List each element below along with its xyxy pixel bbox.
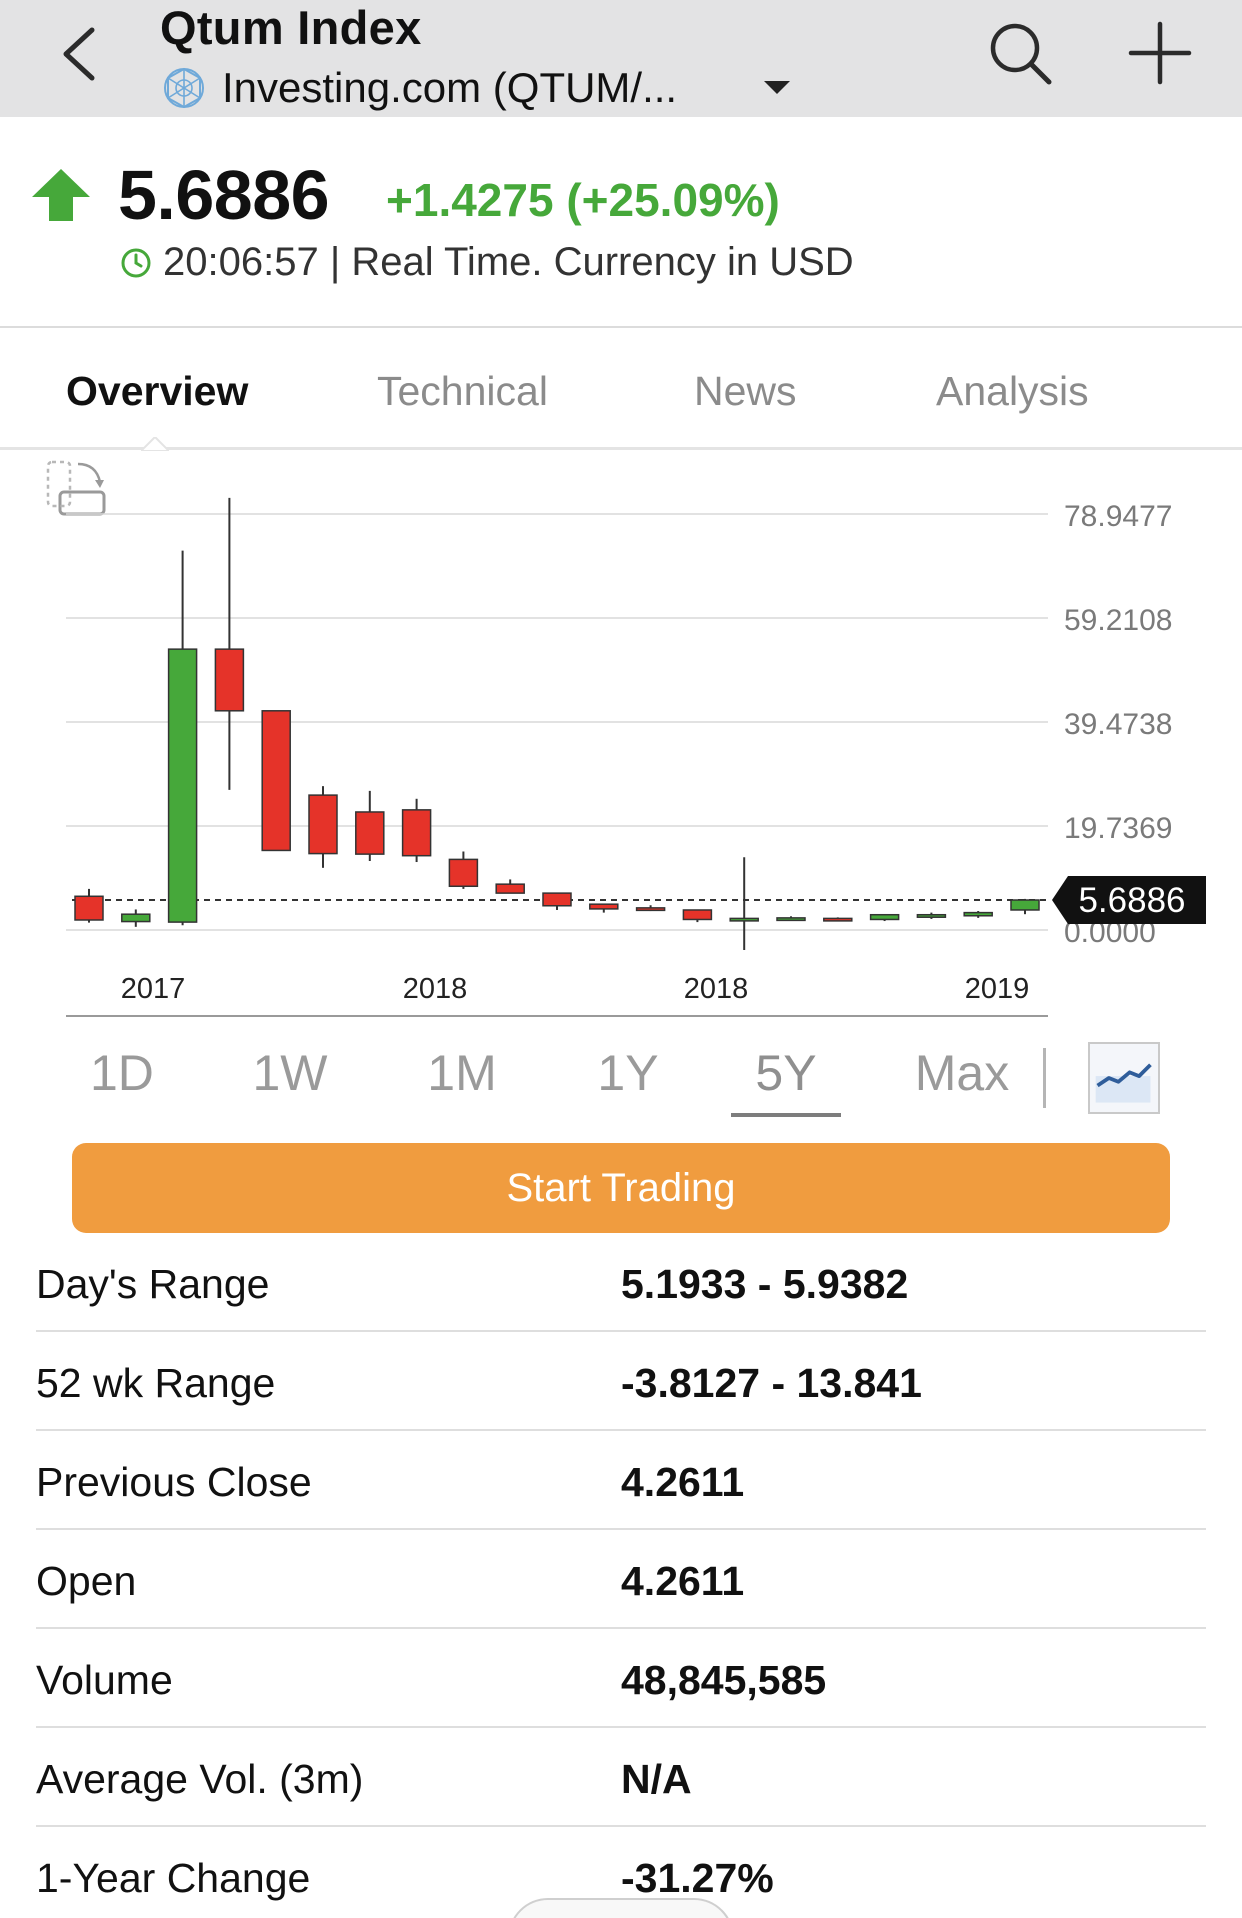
candle-body xyxy=(448,858,479,888)
stat-value: 5.1933 - 5.9382 xyxy=(621,1261,909,1307)
x-tick-label: 2018 xyxy=(403,973,468,1005)
line-chart-icon xyxy=(1095,1063,1152,1103)
source-name: Investing.com (QTUM/... xyxy=(222,64,678,111)
candle-body xyxy=(355,811,385,855)
candle-body xyxy=(261,710,291,852)
x-tick-label: 2017 xyxy=(121,973,186,1005)
stat-row: Day's Range 5.1933 - 5.9382 xyxy=(36,1233,1206,1332)
last-price-label: 5.6886 xyxy=(1078,881,1185,920)
candle-body xyxy=(729,917,759,922)
chart-type-button[interactable] xyxy=(1088,1042,1160,1114)
last-price: 5.6886 xyxy=(118,156,330,234)
stat-row: Previous Close 4.2611 xyxy=(36,1431,1206,1530)
candle-body xyxy=(869,913,900,921)
tab-bar: Overview Technical News Analysis xyxy=(0,328,1242,448)
candle-body xyxy=(121,913,151,923)
candle-body xyxy=(167,648,198,923)
price-chart[interactable]: 78.947759.210839.473819.73690.00002017 20… xyxy=(0,450,1242,1020)
tab-overview[interactable]: Overview xyxy=(66,368,248,415)
range-1y-button[interactable]: 1Y xyxy=(593,1044,663,1102)
stat-label: Day's Range xyxy=(36,1261,270,1307)
price-change: +1.4275 (+25.09%) xyxy=(386,174,780,226)
candle-body xyxy=(682,909,713,921)
x-tick-label: 2019 xyxy=(965,973,1030,1005)
candle-body xyxy=(308,794,338,855)
page-title: Qtum Index xyxy=(160,1,422,54)
candle-body xyxy=(963,911,993,917)
stat-row: Open 4.2611 xyxy=(36,1530,1206,1629)
y-tick-label: 39.4738 xyxy=(1064,708,1172,741)
clock-icon xyxy=(121,248,151,278)
y-tick-label: 78.9477 xyxy=(1064,500,1172,533)
stat-value: -31.27% xyxy=(621,1855,774,1901)
candle-body xyxy=(542,892,572,907)
range-separator xyxy=(1043,1048,1046,1108)
range-5y-button[interactable]: 5Y xyxy=(748,1044,824,1102)
active-range-underline xyxy=(731,1113,841,1117)
chevron-left-icon[interactable] xyxy=(50,18,120,88)
candle-body xyxy=(1010,899,1040,911)
candle-body xyxy=(776,917,806,922)
stat-value: 48,845,585 xyxy=(621,1657,827,1703)
time-range-selector: 1D 1W 1M 1Y 5Y Max xyxy=(0,1020,1242,1130)
stat-label: Previous Close xyxy=(36,1459,312,1505)
range-1m-button[interactable]: 1M xyxy=(422,1044,502,1102)
candle-body xyxy=(401,809,432,857)
stat-label: Open xyxy=(36,1558,137,1604)
globe-icon xyxy=(164,67,204,109)
top-navigation-bar: Qtum Index Investing.com (QTUM/... xyxy=(0,0,1242,117)
tab-analysis[interactable]: Analysis xyxy=(936,368,1089,415)
x-tick-label: 2018 xyxy=(684,973,749,1005)
tab-technical[interactable]: Technical xyxy=(377,368,548,415)
y-tick-label: 59.2108 xyxy=(1064,604,1172,637)
quote-time: 20:06:57 | Real Time. Currency in USD xyxy=(163,240,854,284)
bottom-sheet-handle[interactable] xyxy=(508,1898,734,1918)
plus-icon[interactable] xyxy=(1125,18,1195,88)
stat-value: -3.8127 - 13.841 xyxy=(621,1360,922,1406)
caret-down-icon[interactable] xyxy=(762,78,792,98)
range-max-button[interactable]: Max xyxy=(912,1044,1012,1102)
stat-row: 52 wk Range -3.8127 - 13.841 xyxy=(36,1332,1206,1431)
stat-row: Volume 48,845,585 xyxy=(36,1629,1206,1728)
arrow-up-icon xyxy=(32,169,90,221)
stat-label: Volume xyxy=(36,1657,173,1703)
candle-body xyxy=(589,903,619,910)
candle-body xyxy=(214,648,245,712)
range-1w-button[interactable]: 1W xyxy=(250,1044,330,1102)
search-icon[interactable] xyxy=(985,18,1055,88)
tab-news[interactable]: News xyxy=(694,368,797,415)
stat-value: N/A xyxy=(621,1756,692,1802)
candle-body xyxy=(74,895,104,921)
key-statistics-table: Day's Range 5.1933 - 5.9382 52 wk Range … xyxy=(36,1233,1206,1918)
quote-header: 5.6886 +1.4275 (+25.09%) 20:06:57 | Real… xyxy=(0,117,1242,327)
stat-label: 1-Year Change xyxy=(36,1855,311,1901)
start-trading-button[interactable]: Start Trading xyxy=(72,1143,1170,1233)
candle-body xyxy=(916,913,947,918)
candle-body xyxy=(635,907,666,912)
active-tab-pointer xyxy=(141,437,169,451)
stat-row: Average Vol. (3m) N/A xyxy=(36,1728,1206,1827)
stat-value: 4.2611 xyxy=(621,1459,745,1505)
stat-label: 52 wk Range xyxy=(36,1360,276,1406)
stat-value: 4.2611 xyxy=(621,1558,745,1604)
source-selector[interactable]: Investing.com (QTUM/... xyxy=(160,60,677,116)
y-tick-label: 19.7369 xyxy=(1064,812,1172,845)
stat-label: Average Vol. (3m) xyxy=(36,1756,364,1802)
candle-body xyxy=(823,917,853,922)
range-1d-button[interactable]: 1D xyxy=(90,1044,154,1102)
candle-body xyxy=(495,883,525,894)
